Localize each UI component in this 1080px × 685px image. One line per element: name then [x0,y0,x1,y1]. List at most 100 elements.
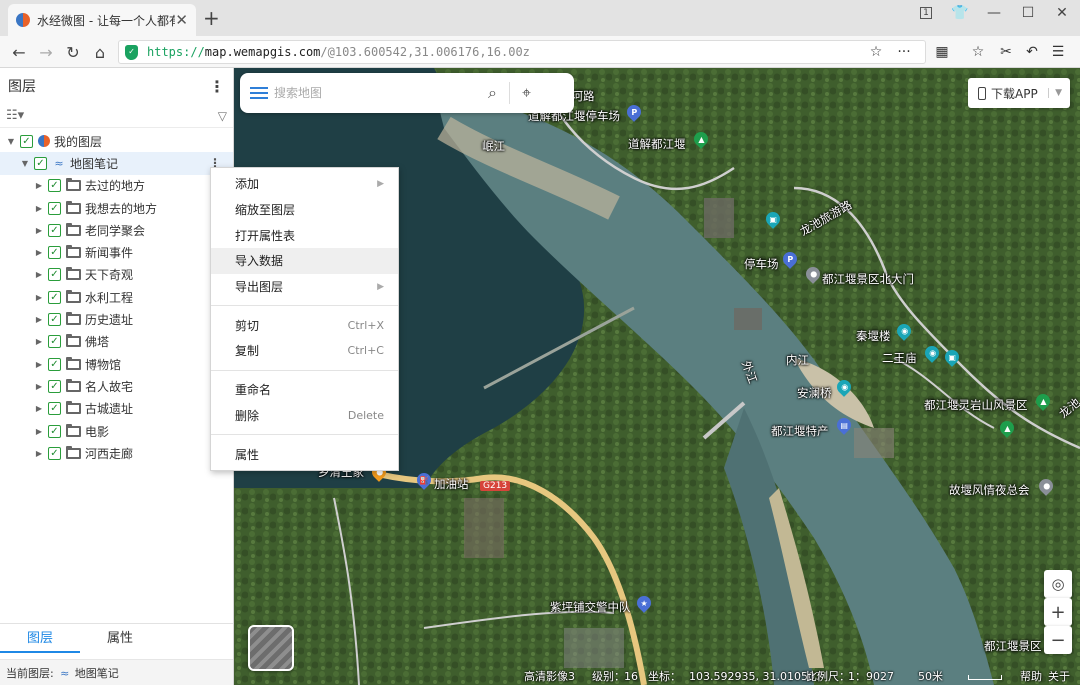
window-badge-icon[interactable]: 1 [908,0,944,26]
expand-triangle-icon[interactable]: ▼ [20,159,30,168]
layer-checkbox[interactable]: ✓ [48,446,61,460]
collapse-triangle-icon[interactable]: ▶ [34,248,44,257]
bookmark-star-icon[interactable]: ☆ [866,42,886,62]
poi-label[interactable]: 紫坪铺交警中队 [550,599,631,615]
collapse-triangle-icon[interactable]: ▶ [34,226,44,235]
poi-label[interactable]: 安澜桥 [797,385,832,401]
layer-checkbox[interactable]: ✓ [48,402,61,416]
tree-folder[interactable]: ▶ ✓ 佛塔 [0,331,233,353]
minimize-window-icon[interactable]: — [976,0,1012,26]
poi-label[interactable]: 都江堰景区 [984,638,1042,654]
tree-folder[interactable]: ▶ ✓ 名人故宅 [0,375,233,397]
layer-checkbox[interactable]: ✓ [48,313,61,327]
shirt-icon[interactable]: 👕 [942,0,978,26]
menu-item-delete[interactable]: 删除 Delete [211,403,398,429]
poi-label[interactable]: 二王庙 [882,350,917,366]
menu-item-import-data[interactable]: 导入数据 [211,248,398,274]
menu-item-export-layer[interactable]: 导出图层 ▶ [211,274,398,300]
tree-folder[interactable]: ▶ ✓ 博物馆 [0,353,233,375]
search-icon[interactable]: ⌕ [488,83,497,103]
layer-checkbox[interactable]: ✓ [48,268,61,282]
tree-root[interactable]: ▼ ✓ 我的图层 [0,130,233,152]
layer-checkbox[interactable]: ✓ [48,201,61,215]
menu-item-copy[interactable]: 复制 Ctrl+C [211,338,398,364]
forward-icon[interactable]: → [35,41,57,63]
basemap-switcher[interactable] [248,625,294,671]
poi-label[interactable]: 都江堰特产 [771,423,829,439]
menu-item-cut[interactable]: 剪切 Ctrl+X [211,312,398,338]
layer-checkbox[interactable]: ✓ [48,290,61,304]
poi-label[interactable]: 道解都江堰 [628,136,686,152]
favorites-icon[interactable]: ☆ [968,42,988,62]
collapse-triangle-icon[interactable]: ▶ [34,449,44,458]
zoom-in-button[interactable]: + [1044,598,1072,626]
layer-checkbox[interactable]: ✓ [48,335,61,349]
poi-label[interactable]: 秦堰楼 [856,328,891,344]
collapse-triangle-icon[interactable]: ▶ [34,337,44,346]
layer-checkbox[interactable]: ✓ [48,246,61,260]
menu-item-zoom-to-layer[interactable]: 缩放至图层 [211,197,398,223]
locate-me-icon[interactable]: ◎ [1044,570,1072,598]
menu-item-rename[interactable]: 重命名 [211,377,398,403]
tree-folder[interactable]: ▶ ✓ 水利工程 [0,286,233,308]
hamburger-menu-icon[interactable] [250,87,268,99]
poi-label[interactable]: 都江堰灵岩山风景区 [924,397,1028,413]
collapse-triangle-icon[interactable]: ▶ [34,181,44,190]
layer-checkbox[interactable]: ✓ [34,156,47,170]
help-link[interactable]: 帮助 [1020,668,1042,684]
reload-icon[interactable]: ↻ [62,41,84,63]
expand-triangle-icon[interactable]: ▼ [6,137,16,146]
location-pin-icon[interactable]: ⌖ [522,83,531,103]
scissors-icon[interactable]: ✂ [996,42,1016,62]
layer-checkbox[interactable]: ✓ [48,179,61,193]
zoom-out-button[interactable]: − [1044,626,1072,654]
address-bar[interactable]: ✓ https:// map.wemapgis.com /@103.600542… [118,40,926,64]
poi-label[interactable]: 都江堰景区北大门 [822,271,914,287]
back-icon[interactable]: ← [8,41,30,63]
maximize-window-icon[interactable]: ☐ [1010,0,1046,26]
layer-checkbox[interactable]: ✓ [48,424,61,438]
collapse-triangle-icon[interactable]: ▶ [34,270,44,279]
tree-folder[interactable]: ▶ ✓ 老同学聚会 [0,219,233,241]
collapse-triangle-icon[interactable]: ▶ [34,360,44,369]
home-icon[interactable]: ⌂ [89,41,111,63]
menu-item-add[interactable]: 添加 ▶ [211,171,398,197]
collapse-triangle-icon[interactable]: ▶ [34,315,44,324]
poi-label[interactable]: 停车场 [744,256,779,272]
undo-icon[interactable]: ↶ [1022,42,1042,62]
menu-item-properties[interactable]: 属性 [211,441,398,467]
download-app-button[interactable]: 下载APP ▼ [968,78,1070,108]
tree-group[interactable]: ▼ ✓ ≈ 地图笔记 ⋮ [0,152,233,175]
more-dots-icon[interactable]: ··· [894,42,914,62]
poi-label[interactable]: 内江 [786,352,809,368]
collapse-triangle-icon[interactable]: ▶ [34,382,44,391]
tree-folder[interactable]: ▶ ✓ 河西走廊 [0,442,233,464]
tree-folder[interactable]: ▶ ✓ 古城遗址 [0,398,233,420]
tree-folder[interactable]: ▶ ✓ 电影 [0,420,233,442]
layer-checkbox[interactable]: ✓ [48,379,61,393]
poi-label[interactable]: 加油站 [434,476,469,492]
filter-icon[interactable]: ▽ [218,109,227,123]
highway-shield[interactable]: G213 [480,481,511,491]
collapse-triangle-icon[interactable]: ▶ [34,427,44,436]
tree-folder[interactable]: ▶ ✓ 去过的地方 [0,175,233,197]
list-view-icon[interactable]: ☷▾ [6,108,24,123]
close-tab-icon[interactable]: ✕ [175,11,188,29]
browser-tab[interactable]: 水经微图 - 让每一个人都有自 ✕ [8,4,196,36]
menu-icon[interactable]: ☰ [1048,42,1068,62]
poi-label[interactable]: 故堰风情夜总会 [949,482,1030,498]
new-tab-icon[interactable]: + [203,8,220,28]
tab-properties[interactable]: 属性 [80,624,160,653]
collapse-triangle-icon[interactable]: ▶ [34,293,44,302]
panel-more-icon[interactable]: ⋮ [209,77,225,96]
tab-layers[interactable]: 图层 [0,624,80,653]
close-window-icon[interactable]: ✕ [1044,0,1080,26]
layer-checkbox[interactable]: ✓ [48,357,61,371]
collapse-triangle-icon[interactable]: ▶ [34,204,44,213]
layer-checkbox[interactable]: ✓ [20,134,33,148]
tree-folder[interactable]: ▶ ✓ 新闻事件 [0,241,233,263]
search-input[interactable] [274,86,480,100]
about-link[interactable]: 关于 [1048,668,1070,684]
apps-grid-icon[interactable]: ▦ [932,42,952,62]
tree-folder[interactable]: ▶ ✓ 天下奇观 [0,264,233,286]
